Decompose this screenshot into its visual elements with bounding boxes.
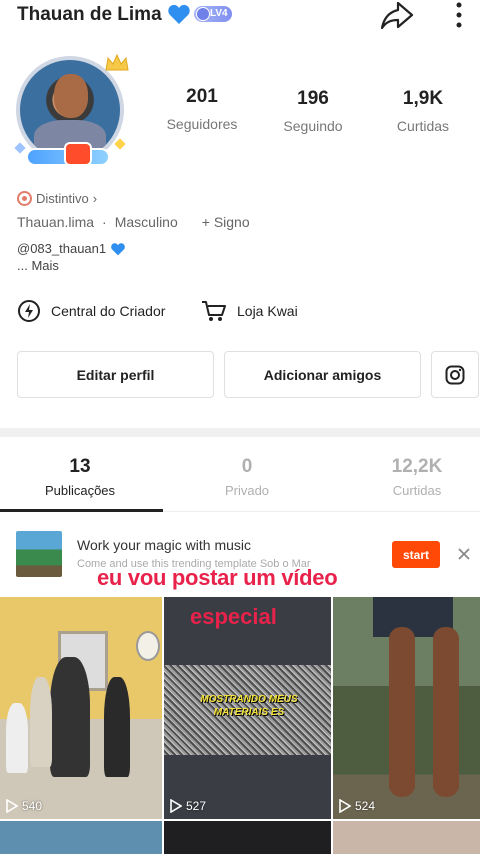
profile-username: Thauan de Lima bbox=[17, 4, 162, 25]
video-thumbnail[interactable] bbox=[333, 821, 480, 854]
kwai-id: Thauan.lima bbox=[17, 214, 95, 230]
add-friends-button[interactable]: Adicionar amigos bbox=[224, 351, 421, 398]
video-thumbnail[interactable] bbox=[164, 821, 331, 854]
following-label: Seguindo bbox=[283, 118, 343, 134]
avatar[interactable] bbox=[12, 52, 129, 170]
likes-label: Curtidas bbox=[396, 118, 450, 134]
bio-handle: @083_thauan1 bbox=[17, 241, 107, 256]
shop-link[interactable]: Loja Kwai bbox=[201, 299, 298, 323]
lightning-icon bbox=[18, 300, 40, 322]
sparkle-icon bbox=[114, 138, 126, 150]
bio: @083_thauan1 bbox=[17, 241, 126, 256]
instagram-icon bbox=[445, 365, 465, 384]
shopping-cart-icon bbox=[202, 301, 226, 321]
tab-private[interactable]: 0 Privado bbox=[167, 456, 327, 498]
bio-more-button[interactable]: ... Mais bbox=[17, 258, 59, 273]
more-options-button[interactable] bbox=[448, 0, 470, 30]
edit-profile-button[interactable]: Editar perfil bbox=[17, 351, 214, 398]
profile-header: Thauan de Lima LV4 bbox=[0, 0, 480, 34]
camera-icon bbox=[64, 142, 92, 166]
play-icon bbox=[6, 799, 18, 813]
profile-meta: Thauan.lima · Masculino + Signo bbox=[17, 214, 250, 230]
view-count: 540 bbox=[6, 799, 42, 813]
level-shield-icon bbox=[196, 7, 210, 21]
following-stat[interactable]: 196 Seguindo bbox=[258, 88, 368, 134]
followers-count: 201 bbox=[186, 86, 218, 107]
close-icon[interactable] bbox=[456, 546, 472, 562]
banner-thumbnail[interactable] bbox=[16, 531, 62, 577]
gender-label: Masculino bbox=[114, 214, 178, 230]
badge-link[interactable]: Distintivo › bbox=[17, 191, 97, 206]
tab-publications[interactable]: 13 Publicações bbox=[0, 456, 160, 498]
overlay-caption-line2: especial bbox=[190, 604, 277, 629]
video-caption: MOSTRANDO MEUS MATERIAIS ES bbox=[200, 694, 298, 718]
followers-label: Seguidores bbox=[166, 116, 238, 132]
play-icon bbox=[170, 799, 182, 813]
video-thumbnail[interactable] bbox=[0, 821, 162, 854]
overlay-caption-line1: eu vou postar um vídeo bbox=[97, 565, 338, 590]
level-badge: LV4 bbox=[194, 6, 232, 22]
instagram-button[interactable] bbox=[431, 351, 479, 398]
banner-title: Work your magic with music bbox=[77, 537, 252, 553]
sparkle-icon bbox=[14, 142, 26, 154]
play-icon bbox=[339, 799, 351, 813]
view-count: 527 bbox=[170, 799, 206, 813]
add-sign-button[interactable]: + Signo bbox=[202, 214, 250, 230]
banner-start-button[interactable]: start bbox=[392, 541, 440, 568]
view-count: 524 bbox=[339, 799, 375, 813]
blue-heart-icon bbox=[111, 242, 125, 255]
active-tab-indicator bbox=[0, 509, 163, 512]
badge-icon bbox=[17, 191, 32, 206]
share-button[interactable] bbox=[380, 0, 414, 30]
likes-stat[interactable]: 1,9K Curtidas bbox=[368, 88, 478, 134]
video-thumbnail[interactable]: 524 bbox=[333, 597, 480, 819]
likes-count: 1,9K bbox=[402, 88, 444, 109]
tab-likes[interactable]: 12,2K Curtidas bbox=[337, 456, 480, 498]
section-divider bbox=[0, 428, 480, 437]
blue-heart-icon bbox=[168, 4, 190, 25]
creator-center-link[interactable]: Central do Criador bbox=[17, 299, 165, 323]
following-count: 196 bbox=[297, 88, 329, 109]
crown-icon bbox=[105, 53, 129, 71]
followers-stat[interactable]: 201 Seguidores bbox=[147, 86, 257, 132]
video-thumbnail[interactable]: MOSTRANDO MEUS MATERIAIS ES 527 bbox=[164, 597, 331, 819]
chevron-right-icon: › bbox=[92, 191, 98, 206]
video-thumbnail[interactable]: 540 bbox=[0, 597, 162, 819]
